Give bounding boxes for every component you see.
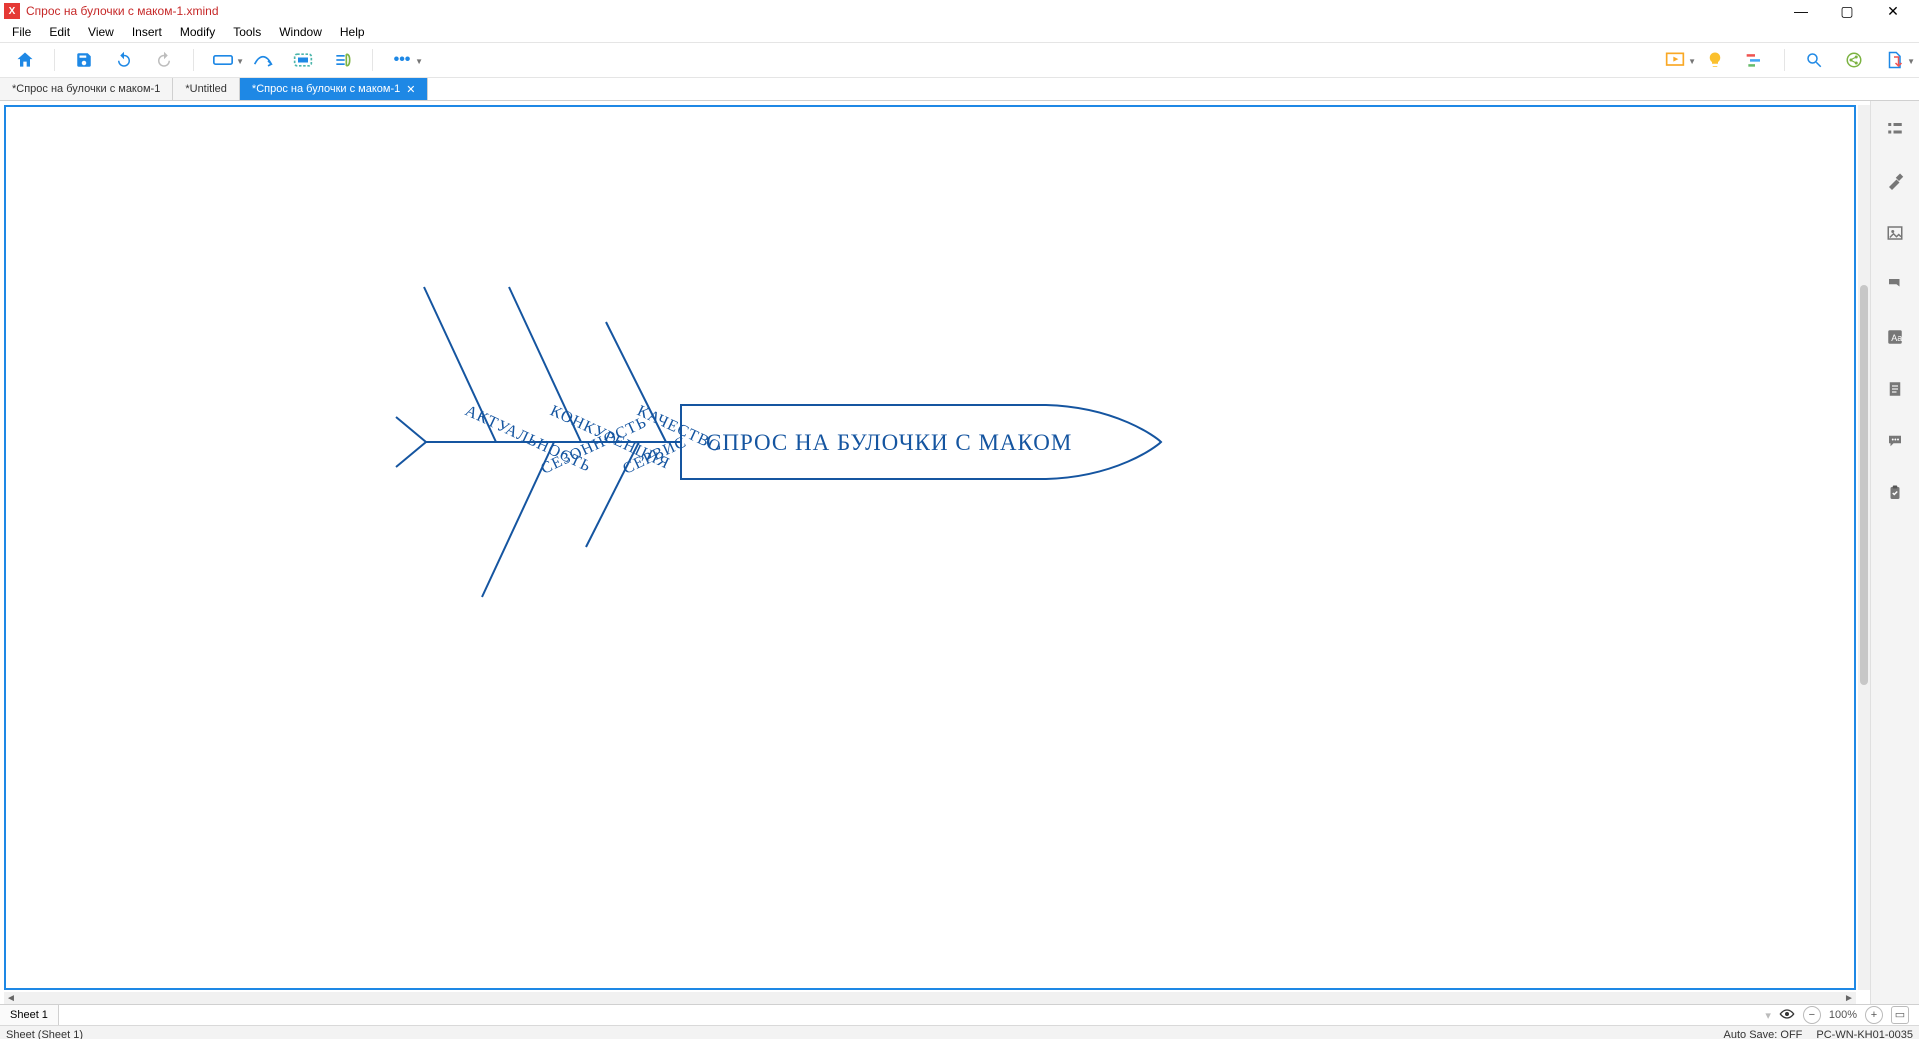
separator (54, 49, 55, 71)
scrollbar-thumb[interactable] (1860, 285, 1868, 685)
canvas-border: СПРОС НА БУЛОЧКИ С МАКОМ АКТУАЛЬНОСТЬ КО… (4, 105, 1856, 990)
close-icon[interactable]: ✕ (406, 83, 415, 96)
tab-doc-2[interactable]: *Untitled (173, 78, 240, 100)
vertical-scrollbar[interactable] (1858, 105, 1870, 990)
zoom-in-button[interactable]: + (1865, 1006, 1883, 1024)
tab-doc-3[interactable]: *Спрос на булочки с маком-1 ✕ (240, 78, 429, 100)
workspace: СПРОС НА БУЛОЧКИ С МАКОМ АКТУАЛЬНОСТЬ КО… (0, 101, 1919, 1004)
fish-tail (396, 417, 426, 467)
notes-icon[interactable] (1883, 377, 1907, 401)
sheet-tabs-bar: Sheet 1 ▾ − 100% + ▭ (0, 1004, 1919, 1025)
visibility-icon[interactable] (1779, 1008, 1795, 1023)
menu-window[interactable]: Window (271, 23, 330, 41)
scroll-right-icon[interactable]: ► (1842, 992, 1856, 1004)
presentation-icon[interactable]: ▼ (1662, 47, 1688, 73)
horizontal-scrollbar[interactable]: ◄ ► (4, 992, 1856, 1004)
menu-insert[interactable]: Insert (124, 23, 170, 41)
relationship-icon[interactable] (250, 47, 276, 73)
home-icon[interactable] (12, 47, 38, 73)
menu-help[interactable]: Help (332, 23, 373, 41)
menu-tools[interactable]: Tools (225, 23, 269, 41)
more-icon[interactable]: •••▼ (389, 47, 415, 73)
document-tabs: *Спрос на булочки с маком-1 *Untitled *С… (0, 78, 1919, 101)
tab-doc-1[interactable]: *Спрос на булочки с маком-1 (0, 78, 173, 100)
scroll-left-icon[interactable]: ◄ (4, 992, 18, 1004)
format-icon[interactable] (1883, 169, 1907, 193)
menu-edit[interactable]: Edit (41, 23, 78, 41)
status-autosave: Auto Save: OFF (1724, 1029, 1803, 1039)
svg-text:Aa: Aa (1891, 333, 1902, 343)
undo-icon[interactable] (111, 47, 137, 73)
sheet-tab-label: Sheet 1 (10, 1009, 48, 1021)
window-title: Спрос на булочки с маком-1.xmind (26, 4, 219, 18)
app-icon: X (4, 3, 20, 19)
close-button[interactable]: ✕ (1879, 3, 1907, 20)
zoom-fit-button[interactable]: ▭ (1891, 1006, 1909, 1024)
image-icon[interactable] (1883, 221, 1907, 245)
gantt-icon[interactable] (1742, 47, 1768, 73)
separator (372, 49, 373, 71)
comments-icon[interactable] (1883, 429, 1907, 453)
menu-file[interactable]: File (4, 23, 39, 41)
task-icon[interactable] (1883, 481, 1907, 505)
maximize-button[interactable]: ▢ (1833, 3, 1861, 20)
menu-bar: File Edit View Insert Modify Tools Windo… (0, 22, 1919, 42)
redo-icon[interactable] (151, 47, 177, 73)
share-icon[interactable] (1841, 47, 1867, 73)
tab-label: *Спрос на булочки с маком-1 (12, 83, 160, 95)
search-icon[interactable] (1801, 47, 1827, 73)
filter-icon[interactable]: ▾ (1765, 1009, 1771, 1022)
toolbar: ▼ •••▼ ▼ ▼ (0, 42, 1919, 78)
save-icon[interactable] (71, 47, 97, 73)
fish-head-label[interactable]: СПРОС НА БУЛОЧКИ С МАКОМ (706, 430, 1072, 455)
sheet-tab-1[interactable]: Sheet 1 (0, 1005, 59, 1025)
zoom-out-button[interactable]: − (1803, 1006, 1821, 1024)
tab-label: *Спрос на булочки с маком-1 (252, 83, 400, 95)
separator (193, 49, 194, 71)
boundary-icon[interactable] (290, 47, 316, 73)
font-icon[interactable]: Aa (1883, 325, 1907, 349)
outline-icon[interactable] (1883, 117, 1907, 141)
window-controls: — ▢ ✕ (1787, 3, 1915, 20)
menu-view[interactable]: View (80, 23, 122, 41)
export-icon[interactable]: ▼ (1881, 47, 1907, 73)
status-bar: Sheet (Sheet 1) Auto Save: OFF PC-WN-KH0… (0, 1025, 1919, 1039)
marker-icon[interactable] (1883, 273, 1907, 297)
zoom-value: 100% (1829, 1009, 1857, 1021)
status-host: PC-WN-KH01-0035 (1816, 1029, 1913, 1039)
minimize-button[interactable]: — (1787, 3, 1815, 20)
separator (1784, 49, 1785, 71)
status-left: Sheet (Sheet 1) (6, 1029, 83, 1039)
summary-icon[interactable] (330, 47, 356, 73)
side-panel: Aa (1870, 101, 1919, 1004)
title-bar: X Спрос на булочки с маком-1.xmind — ▢ ✕ (0, 0, 1919, 22)
fishbone-diagram[interactable]: СПРОС НА БУЛОЧКИ С МАКОМ АКТУАЛЬНОСТЬ КО… (6, 107, 1456, 977)
topic-icon[interactable]: ▼ (210, 47, 236, 73)
canvas-area[interactable]: СПРОС НА БУЛОЧКИ С МАКОМ АКТУАЛЬНОСТЬ КО… (0, 101, 1870, 1004)
tab-label: *Untitled (185, 83, 227, 95)
menu-modify[interactable]: Modify (172, 23, 223, 41)
brainstorm-icon[interactable] (1702, 47, 1728, 73)
